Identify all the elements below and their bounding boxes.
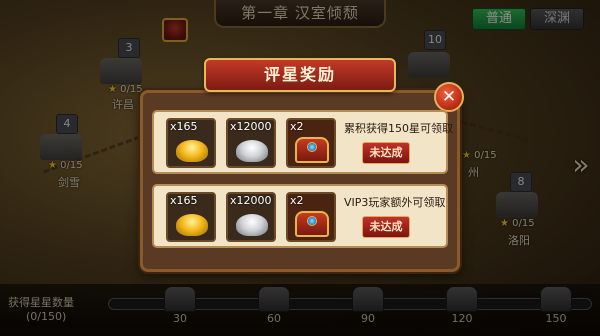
gold-ingot-icon bbox=[176, 140, 208, 162]
reward-item-chest[interactable]: x2 bbox=[286, 118, 336, 168]
gem-icon bbox=[307, 216, 317, 226]
item-quantity: x2 bbox=[290, 194, 304, 207]
reward-condition: 累积获得150星可领取 bbox=[344, 122, 453, 135]
claim-status-button[interactable]: 未达成 bbox=[362, 216, 410, 238]
reward-item-silver[interactable]: x12000 bbox=[226, 118, 276, 168]
reward-row: x165 x12000 x2 累积获得150星可领取 未达成 bbox=[152, 110, 453, 174]
claim-status-button[interactable]: 未达成 bbox=[362, 142, 410, 164]
reward-row: x165 x12000 x2 VIP3玩家额外可领取 未达成 bbox=[152, 184, 448, 248]
reward-item-gold[interactable]: x165 bbox=[166, 192, 216, 242]
item-quantity: x165 bbox=[170, 120, 198, 133]
item-quantity: x12000 bbox=[230, 194, 272, 207]
gem-icon bbox=[307, 142, 317, 152]
silver-ingot-icon bbox=[236, 140, 268, 162]
reward-item-gold[interactable]: x165 bbox=[166, 118, 216, 168]
gold-ingot-icon bbox=[176, 214, 208, 236]
close-icon[interactable]: ✕ bbox=[434, 82, 464, 112]
item-quantity: x165 bbox=[170, 194, 198, 207]
reward-condition: VIP3玩家额外可领取 bbox=[344, 196, 446, 209]
item-quantity: x2 bbox=[290, 120, 304, 133]
reward-item-silver[interactable]: x12000 bbox=[226, 192, 276, 242]
reward-item-chest[interactable]: x2 bbox=[286, 192, 336, 242]
silver-ingot-icon bbox=[236, 214, 268, 236]
dialog-title: 评星奖励 bbox=[204, 58, 396, 92]
item-quantity: x12000 bbox=[230, 120, 272, 133]
